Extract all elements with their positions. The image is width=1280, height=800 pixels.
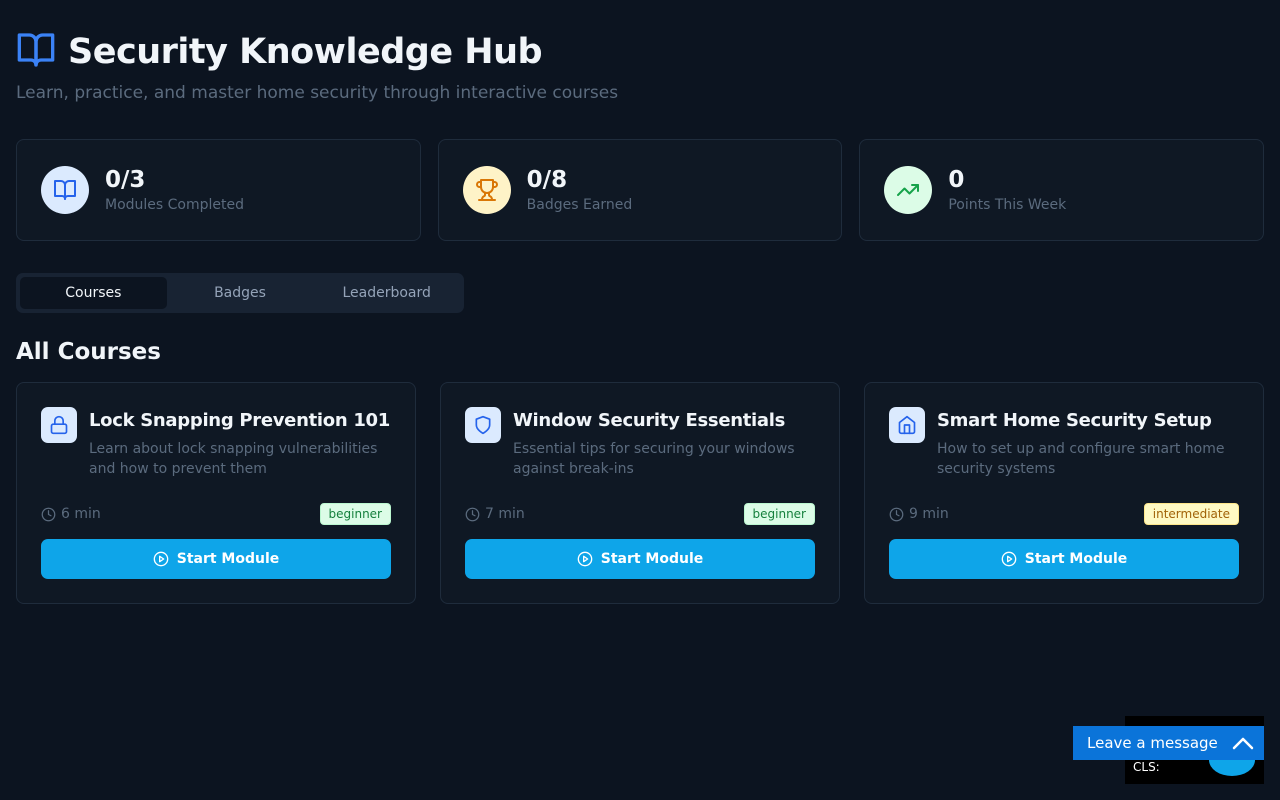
level-badge: beginner [743,503,815,525]
clock-icon [465,507,480,521]
stat-label: Points This Week [948,197,1067,213]
home-icon [889,407,925,443]
page: Security Knowledge Hub Learn, practice, … [0,0,1280,604]
stat-label: Modules Completed [105,197,245,213]
start-module-label: Start Module [1024,551,1128,567]
page-header: Security Knowledge Hub [16,30,1264,74]
level-badge: beginner [319,503,391,525]
course-card: Smart Home Security Setup How to set up … [864,382,1264,604]
start-module-button[interactable]: Start Module [889,539,1239,579]
shield-icon [465,407,501,443]
start-module-button[interactable]: Start Module [465,539,815,579]
course-duration: 7 min [465,506,525,522]
course-duration: 9 min [889,506,949,522]
stats-row: 0/3 Modules Completed 0/8 Badges Earned [16,139,1265,241]
play-circle-icon [153,551,169,567]
duration-text: 6 min [61,506,101,522]
leave-message-widget[interactable]: Leave a message [1073,726,1264,760]
course-list: Lock Snapping Prevention 101 Learn about… [16,382,1264,604]
start-module-label: Start Module [176,551,280,567]
stat-card-modules: 0/3 Modules Completed [16,139,421,241]
tab-courses[interactable]: Courses [20,277,167,309]
start-module-button[interactable]: Start Module [41,539,391,579]
stat-label: Badges Earned [526,197,633,213]
course-description: Learn about lock snapping vulnerabilitie… [89,441,378,477]
stat-value: 0 [948,167,965,193]
course-title: Window Security Essentials [513,410,786,431]
chevron-up-icon [1232,737,1254,750]
duration-text: 7 min [485,506,525,522]
stat-card-badges: 0/8 Badges Earned [437,139,843,241]
level-badge: intermediate [1143,503,1239,525]
stat-value: 0/3 [105,167,146,193]
play-circle-icon [577,551,593,567]
start-module-label: Start Module [600,551,704,567]
page-subtitle: Learn, practice, and master home securit… [16,83,619,103]
trending-up-icon [884,166,933,214]
play-circle-icon [1001,551,1017,567]
clock-icon [41,507,56,521]
course-title: Lock Snapping Prevention 101 [89,410,391,431]
course-card: Lock Snapping Prevention 101 Learn about… [16,382,416,604]
stat-card-points: 0 Points This Week [859,139,1265,241]
lock-icon [41,407,77,443]
book-open-icon [41,166,89,214]
tab-bar: Courses Badges Leaderboard [16,273,464,313]
book-open-icon [16,30,56,74]
clock-icon [889,507,904,521]
page-title: Security Knowledge Hub [68,32,543,72]
course-description: How to set up and configure smart home s… [937,441,1225,477]
course-description: Essential tips for securing your windows… [513,441,795,477]
section-title: All Courses [16,339,161,365]
trophy-icon [462,166,511,214]
course-card: Window Security Essentials Essential tip… [440,382,840,604]
duration-text: 9 min [909,506,949,522]
course-duration: 6 min [41,506,101,522]
cls-label: CLS: [1133,760,1160,774]
tab-leaderboard[interactable]: Leaderboard [313,277,460,309]
leave-message-label: Leave a message [1087,734,1218,752]
course-title: Smart Home Security Setup [937,410,1212,431]
stat-value: 0/8 [526,167,568,193]
tab-badges[interactable]: Badges [167,277,314,309]
